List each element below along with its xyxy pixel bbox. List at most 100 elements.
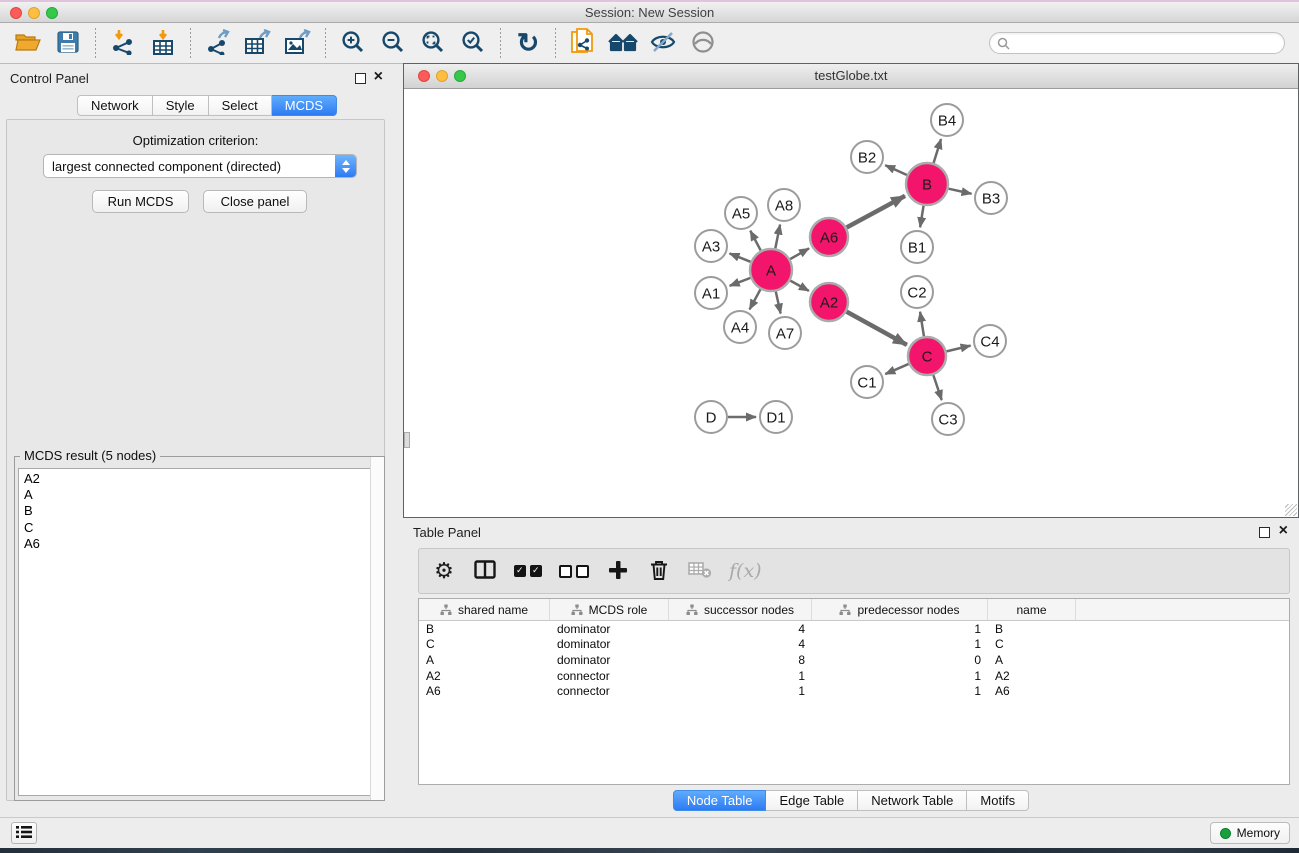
table-cell[interactable]: A — [988, 653, 1076, 667]
control-tab-style[interactable]: Style — [153, 95, 209, 116]
search-box[interactable] — [989, 32, 1285, 54]
search-input[interactable] — [1015, 35, 1277, 51]
table-cell[interactable]: A6 — [419, 684, 550, 698]
table-cell[interactable]: B — [988, 622, 1076, 636]
table-cell[interactable]: 4 — [669, 622, 812, 636]
edge-A-A4[interactable] — [750, 289, 761, 309]
edge-B-B2[interactable] — [885, 165, 907, 175]
table-cell[interactable]: connector — [550, 669, 669, 683]
select-all-button[interactable] — [514, 557, 542, 585]
node-table[interactable]: shared nameMCDS rolesuccessor nodesprede… — [418, 598, 1290, 785]
edge-A-A6[interactable] — [790, 248, 809, 259]
table-tab-network-table[interactable]: Network Table — [858, 790, 967, 811]
function-builder-button[interactable]: f(x) — [729, 557, 762, 585]
float-panel-icon[interactable] — [355, 73, 366, 84]
table-cell[interactable]: A — [419, 653, 550, 667]
save-session-button[interactable] — [50, 27, 86, 59]
table-row[interactable]: A2connector11A2 — [419, 668, 1289, 684]
table-row[interactable]: Bdominator41B — [419, 621, 1289, 637]
result-item[interactable]: A6 — [24, 536, 380, 552]
table-cell[interactable]: C — [988, 637, 1076, 651]
table-tab-edge-table[interactable]: Edge Table — [766, 790, 858, 811]
zoom-traffic-light[interactable] — [454, 70, 466, 82]
edge-A-A8[interactable] — [775, 225, 780, 249]
edge-C-C4[interactable] — [946, 346, 970, 352]
close-panel-icon[interactable]: × — [1279, 522, 1288, 540]
table-cell[interactable]: A2 — [988, 669, 1076, 683]
deselect-all-button[interactable] — [559, 557, 589, 585]
network-from-selection-button[interactable] — [565, 27, 601, 59]
close-panel-icon[interactable]: × — [374, 68, 383, 86]
close-panel-button[interactable]: Close panel — [203, 190, 307, 213]
table-cell[interactable]: 1 — [812, 622, 988, 636]
optimization-criterion-select[interactable]: largest connected component (directed) — [43, 154, 357, 178]
float-panel-icon[interactable] — [1259, 527, 1270, 538]
zoom-out-button[interactable] — [375, 27, 411, 59]
export-table-button[interactable] — [240, 27, 276, 59]
table-cell[interactable]: 4 — [669, 637, 812, 651]
result-item[interactable]: B — [24, 503, 380, 519]
table-cell[interactable]: A6 — [988, 684, 1076, 698]
delete-row-button[interactable] — [647, 557, 671, 585]
result-item[interactable]: C — [24, 520, 380, 536]
edge-A2-C[interactable] — [847, 312, 907, 345]
edge-B-B4[interactable] — [934, 139, 941, 163]
edge-A-A2[interactable] — [790, 281, 809, 291]
show-columns-button[interactable] — [473, 557, 497, 585]
task-history-button[interactable] — [11, 822, 37, 844]
table-tab-motifs[interactable]: Motifs — [967, 790, 1029, 811]
table-cell[interactable]: A2 — [419, 669, 550, 683]
result-scrollbar[interactable] — [370, 457, 384, 800]
show-all-button[interactable] — [685, 27, 721, 59]
edge-A6-B[interactable] — [847, 196, 905, 228]
edge-B-B1[interactable] — [920, 206, 923, 228]
edge-A-A1[interactable] — [730, 278, 751, 286]
control-tab-select[interactable]: Select — [209, 95, 272, 116]
column-header-name[interactable]: name — [988, 599, 1076, 620]
run-mcds-button[interactable]: Run MCDS — [92, 190, 189, 213]
splitter-handle[interactable] — [404, 432, 410, 448]
column-header-successor-nodes[interactable]: successor nodes — [669, 599, 812, 620]
edge-C-C1[interactable] — [885, 364, 908, 374]
edge-A-A3[interactable] — [730, 253, 751, 261]
resize-grip[interactable] — [1285, 504, 1297, 516]
minimize-traffic-light[interactable] — [436, 70, 448, 82]
delete-table-button[interactable] — [688, 557, 712, 585]
memory-button[interactable]: Memory — [1210, 822, 1290, 844]
table-tab-node-table[interactable]: Node Table — [673, 790, 767, 811]
table-cell[interactable]: 1 — [812, 637, 988, 651]
table-row[interactable]: A6connector11A6 — [419, 683, 1289, 699]
zoom-in-button[interactable] — [335, 27, 371, 59]
mcds-result-list[interactable]: A2ABCA6 — [18, 468, 381, 796]
table-cell[interactable]: 8 — [669, 653, 812, 667]
result-item[interactable]: A — [24, 487, 380, 503]
table-row[interactable]: Cdominator41C — [419, 637, 1289, 653]
zoom-fit-button[interactable] — [415, 27, 451, 59]
import-table-button[interactable] — [145, 27, 181, 59]
open-session-button[interactable] — [10, 27, 46, 59]
control-tab-mcds[interactable]: MCDS — [272, 95, 337, 116]
result-item[interactable]: A2 — [24, 471, 380, 487]
export-network-button[interactable] — [200, 27, 236, 59]
table-cell[interactable]: 1 — [812, 684, 988, 698]
add-row-button[interactable] — [606, 557, 630, 585]
table-cell[interactable]: 1 — [812, 669, 988, 683]
close-traffic-light[interactable] — [418, 70, 430, 82]
import-network-button[interactable] — [105, 27, 141, 59]
column-header-shared-name[interactable]: shared name — [419, 599, 550, 620]
home-button[interactable] — [605, 27, 641, 59]
table-cell[interactable]: B — [419, 622, 550, 636]
edge-C-C3[interactable] — [933, 375, 941, 400]
edge-A-A7[interactable] — [776, 291, 781, 313]
zoom-selected-button[interactable] — [455, 27, 491, 59]
table-cell[interactable]: dominator — [550, 637, 669, 651]
table-row[interactable]: Adominator80A — [419, 652, 1289, 668]
hide-selected-button[interactable] — [645, 27, 681, 59]
table-options-button[interactable]: ⚙ — [432, 557, 456, 585]
table-cell[interactable]: dominator — [550, 622, 669, 636]
table-cell[interactable]: 0 — [812, 653, 988, 667]
refresh-view-button[interactable]: ↻ — [510, 27, 546, 59]
table-cell[interactable]: 1 — [669, 684, 812, 698]
edge-A-A5[interactable] — [750, 231, 760, 251]
edge-C-C2[interactable] — [920, 312, 924, 336]
